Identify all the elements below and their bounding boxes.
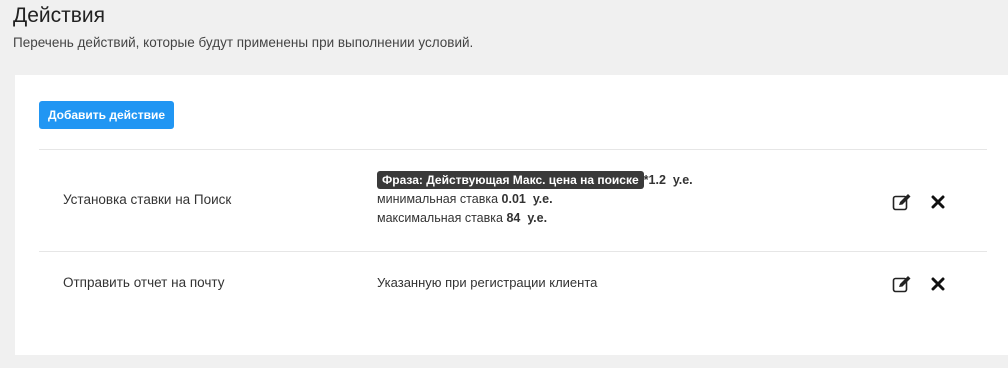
min-bid-label: минимальная ставка	[377, 192, 499, 206]
min-bid-unit: у.е.	[532, 192, 553, 206]
action-row: Установка ставки на Поиск Фраза: Действу…	[15, 150, 1008, 251]
min-bid-value: 0.01	[501, 192, 526, 206]
max-bid-label: максимальная ставка	[377, 211, 503, 225]
add-action-button[interactable]: Добавить действие	[39, 101, 174, 129]
page-subtitle: Перечень действий, которые будут примене…	[13, 35, 474, 50]
delete-icon[interactable]	[927, 273, 949, 295]
phrase-tag: Фраза: Действующая Макс. цена на поиске	[377, 171, 644, 189]
page-title: Действия	[13, 4, 106, 27]
action-name: Установка ставки на Поиск	[63, 192, 232, 207]
action-row: Отправить отчет на почту Указанную при р…	[15, 252, 1008, 322]
row-actions	[891, 273, 949, 295]
multiplier-value: *1.2	[643, 173, 666, 187]
max-bid-value: 84	[506, 211, 521, 225]
edit-icon[interactable]	[891, 191, 913, 213]
row-actions	[891, 191, 949, 213]
multiplier-unit: у.е.	[672, 173, 693, 187]
actions-card: Добавить действие Установка ставки на По…	[15, 75, 1008, 355]
edit-icon[interactable]	[891, 273, 913, 295]
action-name: Отправить отчет на почту	[63, 275, 225, 290]
delete-icon[interactable]	[927, 191, 949, 213]
max-bid-unit: у.е.	[527, 211, 548, 225]
action-description: Фраза: Действующая Макс. цена на поиске *…	[377, 171, 693, 228]
action-description: Указанную при регистрации клиента	[377, 275, 598, 290]
